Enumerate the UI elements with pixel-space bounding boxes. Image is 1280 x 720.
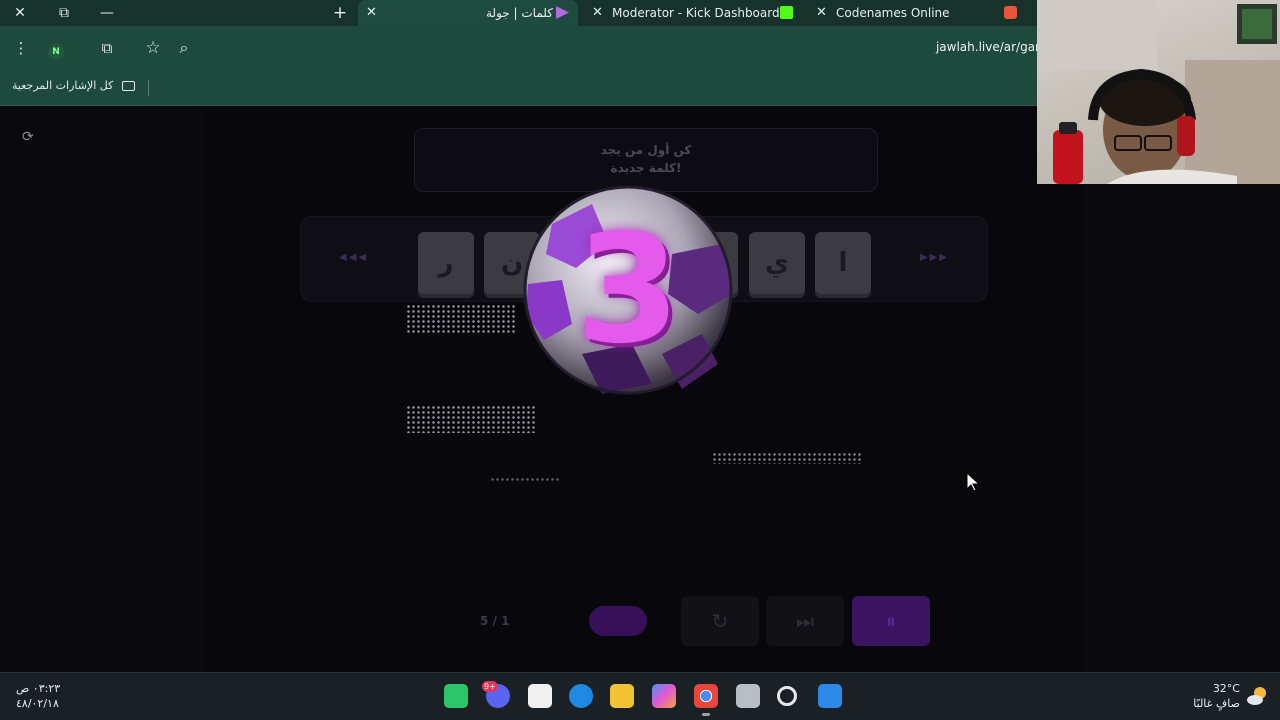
browser-toolbar: ⋮ N ⧉ ☆ ⌕ jawlah.live/ar/gar	[0, 26, 1040, 70]
kick-favicon-icon	[780, 6, 793, 19]
tab-kalimat-jawlah[interactable]: ✕ كلمات | جولة	[358, 0, 578, 26]
notification-badge: 9+	[482, 681, 498, 692]
bookmark-star-icon[interactable]: ☆	[144, 40, 162, 57]
prompt-box: كن أول من يجد كلمة جديدة!	[414, 128, 878, 192]
edge-icon[interactable]	[569, 684, 593, 708]
clock-time[interactable]: ٠٣:٢٣ ص	[16, 682, 60, 695]
letter-tile[interactable]: ا	[815, 232, 871, 298]
tab-label: كلمات | جولة	[486, 6, 553, 20]
window-minimize-button[interactable]: —	[95, 3, 119, 23]
refresh-icon[interactable]: ⟳	[22, 130, 36, 144]
pause-icon: ⏸	[886, 609, 896, 633]
microsoft-365-icon[interactable]	[652, 684, 676, 708]
round-pager: 5 / 1	[480, 614, 510, 628]
extensions-puzzle-icon[interactable]: ⧉	[98, 40, 116, 56]
prompt-line-2: كلمة جديدة!	[610, 161, 682, 175]
letter-tile[interactable]: ي	[749, 232, 805, 298]
tab-close-icon[interactable]: ✕	[366, 0, 377, 26]
right-panel-backdrop	[1084, 184, 1280, 672]
pause-button[interactable]: ⏸	[852, 596, 930, 646]
new-tab-button[interactable]: +	[328, 3, 352, 23]
all-bookmarks-label: كل الإشارات المرجعية	[12, 79, 114, 92]
screen: ✕ ⧉ — + ✕ كلمات | جولة ✕ Moderator - Kic…	[0, 0, 1280, 720]
webcam-overlay	[1037, 0, 1280, 184]
codenames-favicon-icon	[1004, 6, 1017, 19]
jawlah-favicon-icon	[556, 6, 569, 19]
window-restore-button[interactable]: ⧉	[52, 3, 76, 23]
window-close-button[interactable]: ✕	[8, 3, 32, 23]
all-bookmarks-button[interactable]: كل الإشارات المرجعية	[12, 79, 135, 92]
task-view-icon[interactable]	[736, 684, 760, 708]
browser-tab-bar: ✕ ⧉ — + ✕ كلمات | جولة ✕ Moderator - Kic…	[0, 0, 1040, 26]
partly-cloudy-icon	[1247, 687, 1266, 705]
file-explorer-icon[interactable]	[610, 684, 634, 708]
bookmarks-divider	[148, 80, 149, 96]
windows-start-icon[interactable]	[818, 684, 842, 708]
browser-menu-icon[interactable]: ⋮	[12, 40, 30, 56]
streamer-webcam-image	[1037, 0, 1280, 184]
left-panel-backdrop	[0, 106, 205, 672]
search-icon[interactable]: ⌕	[175, 40, 193, 56]
search-icon[interactable]	[777, 686, 797, 706]
start-pill-button[interactable]	[589, 606, 647, 636]
weather-temperature[interactable]: 32°C	[1213, 682, 1240, 695]
speed-dots-decoration	[712, 452, 862, 464]
tab-codenames-online[interactable]: ✕ Codenames Online	[810, 0, 1030, 26]
weather-description[interactable]: صافٍ غالبًا	[1193, 697, 1240, 710]
speed-dots-decoration	[406, 304, 516, 334]
mouse-cursor-icon	[966, 472, 980, 492]
prompt-line-1: كن أول من يجد	[600, 143, 692, 157]
microsoft-store-icon[interactable]	[528, 684, 552, 708]
taskbar-app-icon[interactable]	[444, 684, 468, 708]
speed-dots-decoration	[490, 477, 560, 482]
tab-label: Codenames Online	[836, 6, 950, 20]
replay-button[interactable]: ↻	[681, 596, 759, 646]
letter-tile[interactable]: ر	[418, 232, 474, 298]
countdown-number: 3	[575, 203, 681, 377]
address-bar-url[interactable]: jawlah.live/ar/gar	[936, 40, 1040, 54]
tab-close-icon[interactable]: ✕	[816, 0, 827, 26]
skip-button[interactable]: ⏭	[766, 596, 844, 646]
chrome-icon[interactable]	[694, 684, 718, 716]
bookmarks-bar: كل الإشارات المرجعية	[0, 70, 1040, 106]
prompt-text: كن أول من يجد كلمة جديدة!	[415, 141, 877, 177]
tab-label: Moderator - Kick Dashboard	[612, 6, 780, 20]
skip-icon: ⏭	[796, 609, 814, 633]
right-arrows-decoration: ▶▶▶	[919, 252, 949, 263]
clock-date[interactable]: ٤٨/٠٢/١٨	[16, 697, 59, 710]
folder-icon	[121, 81, 135, 91]
replay-icon: ↻	[711, 609, 729, 633]
tab-kick-dashboard[interactable]: ✕ Moderator - Kick Dashboard	[586, 0, 800, 26]
windows-taskbar: ٠٣:٢٣ ص ٤٨/٠٢/١٨ 9+ 32°C صافٍ غالبًا	[0, 672, 1280, 720]
extension-n-icon[interactable]: N	[48, 44, 64, 60]
speed-dots-decoration	[406, 405, 536, 433]
tab-close-icon[interactable]: ✕	[592, 0, 603, 26]
countdown-ball: 3	[522, 184, 734, 396]
left-arrows-decoration: ◀◀◀	[339, 252, 369, 263]
